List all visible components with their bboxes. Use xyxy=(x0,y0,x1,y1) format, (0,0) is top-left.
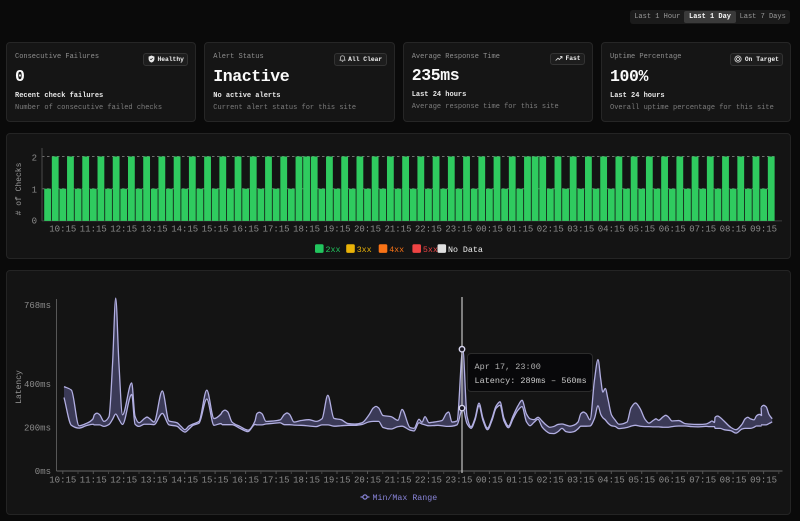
svg-text:04:15: 04:15 xyxy=(598,225,625,235)
svg-text:13:15: 13:15 xyxy=(141,476,168,486)
svg-text:19:15: 19:15 xyxy=(323,476,350,486)
svg-text:13:15: 13:15 xyxy=(141,225,168,235)
svg-text:768ms: 768ms xyxy=(24,301,51,311)
svg-text:Min/Max Range: Min/Max Range xyxy=(373,493,438,503)
svg-text:5xx: 5xx xyxy=(423,246,438,255)
svg-text:1: 1 xyxy=(32,186,37,196)
svg-text:17:15: 17:15 xyxy=(263,225,290,235)
svg-text:03:15: 03:15 xyxy=(567,225,594,235)
svg-text:22:15: 22:15 xyxy=(415,225,442,235)
svg-text:18:15: 18:15 xyxy=(293,476,320,486)
svg-text:16:15: 16:15 xyxy=(232,476,259,486)
svg-text:17:15: 17:15 xyxy=(263,476,290,486)
svg-text:06:15: 06:15 xyxy=(659,476,686,486)
svg-text:12:15: 12:15 xyxy=(110,476,137,486)
svg-text:2xx: 2xx xyxy=(326,246,341,255)
svg-text:Latency: Latency xyxy=(15,370,24,404)
svg-text:09:15: 09:15 xyxy=(750,476,777,486)
svg-text:18:15: 18:15 xyxy=(293,225,320,235)
svg-text:3xx: 3xx xyxy=(357,246,372,255)
svg-text:05:15: 05:15 xyxy=(628,225,655,235)
svg-text:12:15: 12:15 xyxy=(110,225,137,235)
svg-text:2: 2 xyxy=(32,154,37,164)
svg-text:23:15: 23:15 xyxy=(445,225,472,235)
svg-text:19:15: 19:15 xyxy=(323,225,350,235)
svg-text:04:15: 04:15 xyxy=(598,476,625,486)
svg-text:06:15: 06:15 xyxy=(659,225,686,235)
svg-text:09:15: 09:15 xyxy=(750,225,777,235)
svg-text:200ms: 200ms xyxy=(24,424,51,434)
svg-text:01:15: 01:15 xyxy=(506,476,533,486)
svg-text:08:15: 08:15 xyxy=(720,476,747,486)
svg-text:11:15: 11:15 xyxy=(80,225,107,235)
svg-text:21:15: 21:15 xyxy=(384,476,411,486)
svg-text:05:15: 05:15 xyxy=(628,476,655,486)
svg-text:07:15: 07:15 xyxy=(689,225,716,235)
svg-text:22:15: 22:15 xyxy=(415,476,442,486)
svg-text:0: 0 xyxy=(32,217,37,227)
svg-text:20:15: 20:15 xyxy=(354,225,381,235)
svg-text:# of Checks: # of Checks xyxy=(15,162,24,215)
svg-text:01:15: 01:15 xyxy=(506,225,533,235)
svg-text:11:15: 11:15 xyxy=(80,476,107,486)
svg-text:14:15: 14:15 xyxy=(171,476,198,486)
svg-text:16:15: 16:15 xyxy=(232,225,259,235)
svg-text:4xx: 4xx xyxy=(389,246,404,255)
svg-text:03:15: 03:15 xyxy=(567,476,594,486)
svg-text:00:15: 00:15 xyxy=(476,476,503,486)
svg-text:10:15: 10:15 xyxy=(49,225,76,235)
svg-text:08:15: 08:15 xyxy=(720,225,747,235)
svg-text:00:15: 00:15 xyxy=(476,225,503,235)
svg-text:15:15: 15:15 xyxy=(202,225,229,235)
svg-text:21:15: 21:15 xyxy=(384,225,411,235)
svg-text:400ms: 400ms xyxy=(24,380,51,390)
svg-text:No Data: No Data xyxy=(448,246,483,255)
svg-text:14:15: 14:15 xyxy=(171,225,198,235)
svg-text:02:15: 02:15 xyxy=(537,225,564,235)
svg-text:10:15: 10:15 xyxy=(49,476,76,486)
svg-text:23:15: 23:15 xyxy=(445,476,472,486)
svg-text:20:15: 20:15 xyxy=(354,476,381,486)
svg-text:15:15: 15:15 xyxy=(202,476,229,486)
svg-text:07:15: 07:15 xyxy=(689,476,716,486)
svg-text:02:15: 02:15 xyxy=(537,476,564,486)
